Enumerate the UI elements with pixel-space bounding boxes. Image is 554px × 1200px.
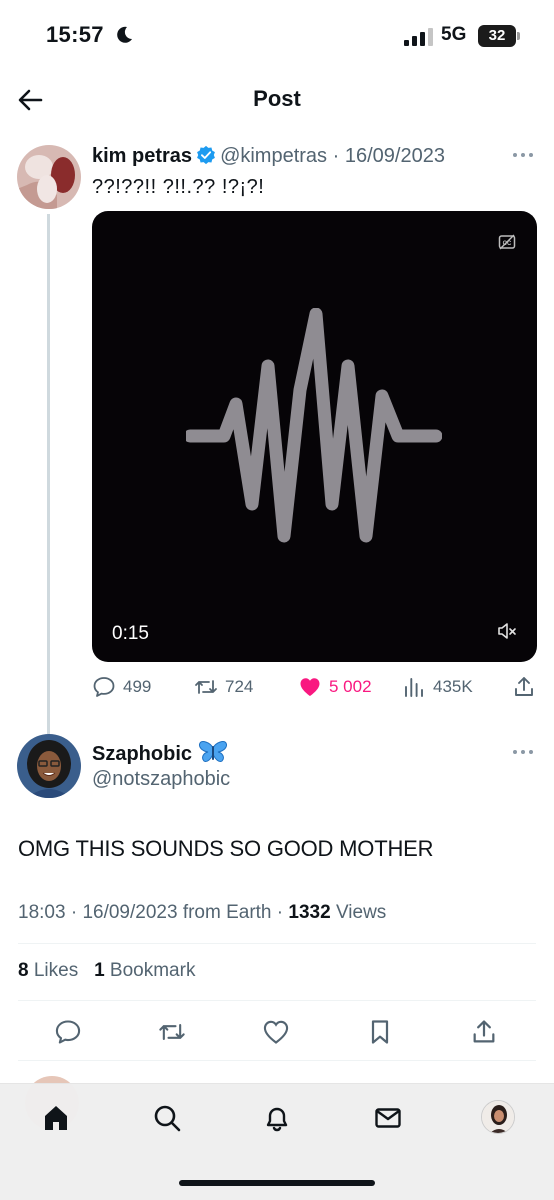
- author-handle[interactable]: @kimpetras: [220, 145, 327, 167]
- avatar-image: [17, 734, 81, 798]
- divider: [18, 1000, 536, 1001]
- author-avatar[interactable]: [17, 145, 81, 209]
- divider: [18, 1060, 536, 1061]
- reply-author-avatar[interactable]: [17, 734, 81, 798]
- tab-messages[interactable]: [372, 1102, 404, 1134]
- page-header: Post: [0, 72, 554, 128]
- heart-icon[interactable]: [262, 1018, 290, 1046]
- post-action-bar: 499 724 5 002 435K: [92, 672, 537, 702]
- reply-author-name-row[interactable]: Szaphobic: [92, 740, 228, 766]
- post-source: from Earth: [182, 902, 272, 923]
- dot-separator: ·: [327, 145, 345, 167]
- likes-total: 8: [18, 960, 29, 981]
- views-count: 435K: [433, 677, 473, 696]
- verified-badge-icon: [197, 145, 215, 165]
- messages-icon: [375, 1108, 401, 1128]
- network-type: 5G: [441, 24, 467, 45]
- home-indicator: [179, 1180, 375, 1186]
- divider: [18, 943, 536, 944]
- views-action[interactable]: 435K: [402, 672, 473, 702]
- thread-connector-line: [47, 214, 50, 734]
- reply-author-name[interactable]: Szaphobic: [92, 743, 192, 765]
- reply-icon: [93, 677, 115, 697]
- home-icon: [45, 1106, 67, 1130]
- dot-separator: ·: [65, 902, 83, 923]
- heart-filled-icon: [300, 678, 320, 696]
- battery-tip: [517, 32, 520, 40]
- bookmarks-link[interactable]: 1 Bookmark: [94, 960, 195, 981]
- reply-author-handle[interactable]: @notszaphobic: [92, 768, 230, 791]
- likes-link[interactable]: 8 Likes: [18, 960, 78, 981]
- avatar-image: [482, 1101, 514, 1133]
- dot-separator: ·: [271, 902, 289, 923]
- share-icon[interactable]: [470, 1018, 498, 1046]
- share-icon: [515, 677, 533, 696]
- likes-label: Likes: [33, 960, 79, 981]
- notifications-icon: [266, 1107, 288, 1132]
- reply-count: 499: [123, 677, 152, 696]
- repost-icon[interactable]: [158, 1018, 186, 1046]
- reply-icon[interactable]: [54, 1018, 82, 1046]
- post-meta: 18:03 · 16/09/2023 from Earth · 1332 Vie…: [18, 902, 386, 924]
- views-total: 1332: [288, 902, 331, 923]
- reply-action[interactable]: 499: [92, 672, 151, 702]
- status-bar: 15:57 5G 32: [0, 0, 554, 72]
- moon-icon: [117, 26, 132, 43]
- reply-action-bar: [0, 1012, 554, 1052]
- like-count: 5 002: [329, 677, 372, 696]
- bookmarks-label: Bookmark: [109, 960, 196, 981]
- tab-notifications[interactable]: [261, 1102, 293, 1134]
- media-duration: 0:15: [112, 623, 149, 644]
- bookmarks-total: 1: [94, 960, 105, 981]
- repost-icon: [195, 680, 217, 694]
- bookmark-icon[interactable]: [366, 1018, 394, 1046]
- cellular-signal-icon: [404, 28, 433, 46]
- share-action[interactable]: [512, 672, 543, 702]
- butterfly-emoji-icon: [199, 741, 227, 762]
- analytics-icon: [405, 678, 423, 697]
- volume-muted-icon[interactable]: [497, 621, 517, 641]
- reply-text: OMG THIS SOUNDS SO GOOD MOTHER: [18, 836, 434, 861]
- post-time[interactable]: 18:03: [18, 902, 66, 923]
- audio-waveform-icon: [186, 308, 442, 543]
- audio-media-player[interactable]: CC 0:15: [92, 211, 537, 662]
- engagement-counts: 8 Likes 1 Bookmark: [18, 960, 195, 982]
- like-action[interactable]: 5 002: [298, 672, 372, 702]
- tab-search[interactable]: [151, 1102, 183, 1134]
- captions-off-icon[interactable]: CC: [498, 233, 516, 251]
- search-icon: [154, 1105, 181, 1132]
- tab-home[interactable]: [40, 1102, 72, 1134]
- avatar-image: [17, 145, 81, 209]
- status-time: 15:57: [46, 22, 104, 47]
- page-title: Post: [253, 86, 301, 111]
- repost-action[interactable]: 724: [194, 672, 253, 702]
- tab-profile-avatar[interactable]: [481, 1100, 515, 1134]
- more-options-icon[interactable]: [512, 148, 534, 162]
- post-date: 16/09/2023: [344, 145, 445, 167]
- views-label: Views: [335, 902, 387, 923]
- author-name[interactable]: kim petras: [92, 145, 192, 167]
- repost-count: 724: [225, 677, 254, 696]
- more-options-icon[interactable]: [512, 745, 534, 759]
- post-date[interactable]: 16/09/2023: [82, 902, 177, 923]
- post-text: ??!??!! ?!!.?? !?¡?!: [92, 176, 265, 198]
- post-header: kim petras @kimpetras · 16/09/2023: [92, 145, 445, 168]
- battery-indicator: 32: [478, 25, 516, 47]
